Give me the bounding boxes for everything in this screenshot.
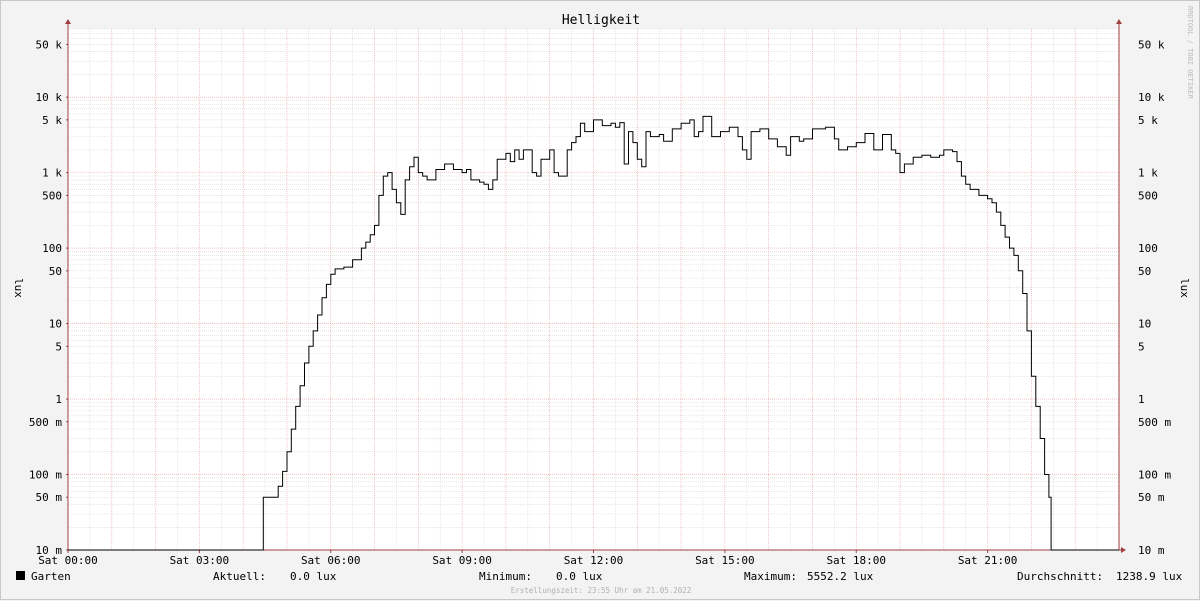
y-tick-label-left: 1 bbox=[55, 393, 62, 406]
y-axis-label-left: lux bbox=[12, 278, 25, 298]
legend-current-value: 0.0 lux bbox=[290, 570, 337, 583]
y-tick-label-left: 100 bbox=[42, 242, 62, 255]
y-tick-label-right: 100 bbox=[1138, 242, 1158, 255]
y-tick-label-right: 5 bbox=[1138, 340, 1145, 353]
y-tick-label-left: 100 m bbox=[29, 469, 62, 482]
y-tick-labels-left: 10 m50 m100 m500 m1510501005001 k5 k10 k… bbox=[29, 38, 62, 557]
legend-current-label: Aktuell: bbox=[213, 570, 266, 583]
y-tick-label-right: 100 m bbox=[1138, 469, 1171, 482]
y-tick-label-left: 50 m bbox=[36, 491, 63, 504]
y-axis-arrow-right bbox=[1116, 19, 1122, 24]
y-tick-label-left: 50 k bbox=[36, 38, 63, 51]
legend-avg-value: 1238.9 lux bbox=[1116, 570, 1183, 583]
y-tick-label-right: 1 bbox=[1138, 393, 1145, 406]
x-tick-label: Sat 15:00 bbox=[695, 554, 755, 567]
watermark: RRDTOOL / TOBI OETIKER bbox=[1186, 6, 1194, 100]
legend-max-label: Maximum: bbox=[744, 570, 797, 583]
creation-timestamp: Erstellungszeit: 23:55 Uhr am 21.05.2022 bbox=[511, 586, 692, 595]
legend-series-name: Garten bbox=[31, 570, 71, 583]
x-tick-label: Sat 21:00 bbox=[958, 554, 1018, 567]
y-tick-label-left: 1 k bbox=[42, 167, 62, 180]
y-tick-label-left: 5 bbox=[55, 340, 62, 353]
y-tick-label-left: 500 m bbox=[29, 416, 62, 429]
legend-min-value: 0.0 lux bbox=[556, 570, 603, 583]
legend-max-value: 5552.2 lux bbox=[807, 570, 874, 583]
y-tick-label-right: 500 bbox=[1138, 189, 1158, 202]
x-tick-labels: Sat 00:00 Sat 03:00 Sat 06:00 Sat 09:00 Sat … bbox=[38, 554, 1017, 567]
legend-min-label: Minimum: bbox=[479, 570, 532, 583]
y-tick-label-right: 1 k bbox=[1138, 167, 1158, 180]
x-tick-label: Sat 09:00 bbox=[432, 554, 492, 567]
y-tick-label-left: 10 bbox=[49, 318, 62, 331]
x-tick-label: Sat 03:00 bbox=[170, 554, 230, 567]
y-tick-label-right: 10 bbox=[1138, 318, 1151, 331]
legend-avg-label: Durchschnitt: bbox=[1017, 570, 1103, 583]
x-tick-label: Sat 00:00 bbox=[38, 554, 98, 567]
y-tick-label-right: 500 m bbox=[1138, 416, 1171, 429]
x-tick-label: Sat 06:00 bbox=[301, 554, 361, 567]
x-axis-arrow bbox=[1121, 547, 1126, 553]
y-tick-label-right: 50 bbox=[1138, 265, 1151, 278]
y-axis-arrow-left bbox=[65, 19, 71, 24]
legend-swatch-garten bbox=[16, 571, 25, 580]
y-tick-label-right: 50 k bbox=[1138, 38, 1165, 51]
y-tick-label-right: 10 k bbox=[1138, 91, 1165, 104]
y-tick-label-left: 5 k bbox=[42, 114, 62, 127]
x-tick-label: Sat 12:00 bbox=[564, 554, 624, 567]
chart-title: Helligkeit bbox=[562, 13, 640, 28]
y-tick-label-right: 50 m bbox=[1138, 491, 1165, 504]
y-tick-label-left: 10 k bbox=[36, 91, 63, 104]
helligkeit-chart: 10 m 50 m 100 m 500 m 1 5 10 50 100 500 1 k 5 k 10 k… bbox=[12, 6, 1194, 595]
y-tick-label-right: 5 k bbox=[1138, 114, 1158, 127]
y-tick-label-left: 50 bbox=[49, 265, 62, 278]
y-tick-label-left: 500 bbox=[42, 189, 62, 202]
y-axis-label-right: lux bbox=[1178, 278, 1191, 298]
graph-frame: 10 m 50 m 100 m 500 m 1 5 10 50 100 500 1 k 5 k 10 k… bbox=[0, 0, 1200, 600]
y-tick-labels-right: 10 m 50 m 100 m 500 m 1 5 10 50 100 500 1 k 5 k 10 k… bbox=[1138, 38, 1171, 557]
y-tick-label-right: 10 m bbox=[1138, 544, 1165, 557]
x-tick-label: Sat 18:00 bbox=[826, 554, 886, 567]
